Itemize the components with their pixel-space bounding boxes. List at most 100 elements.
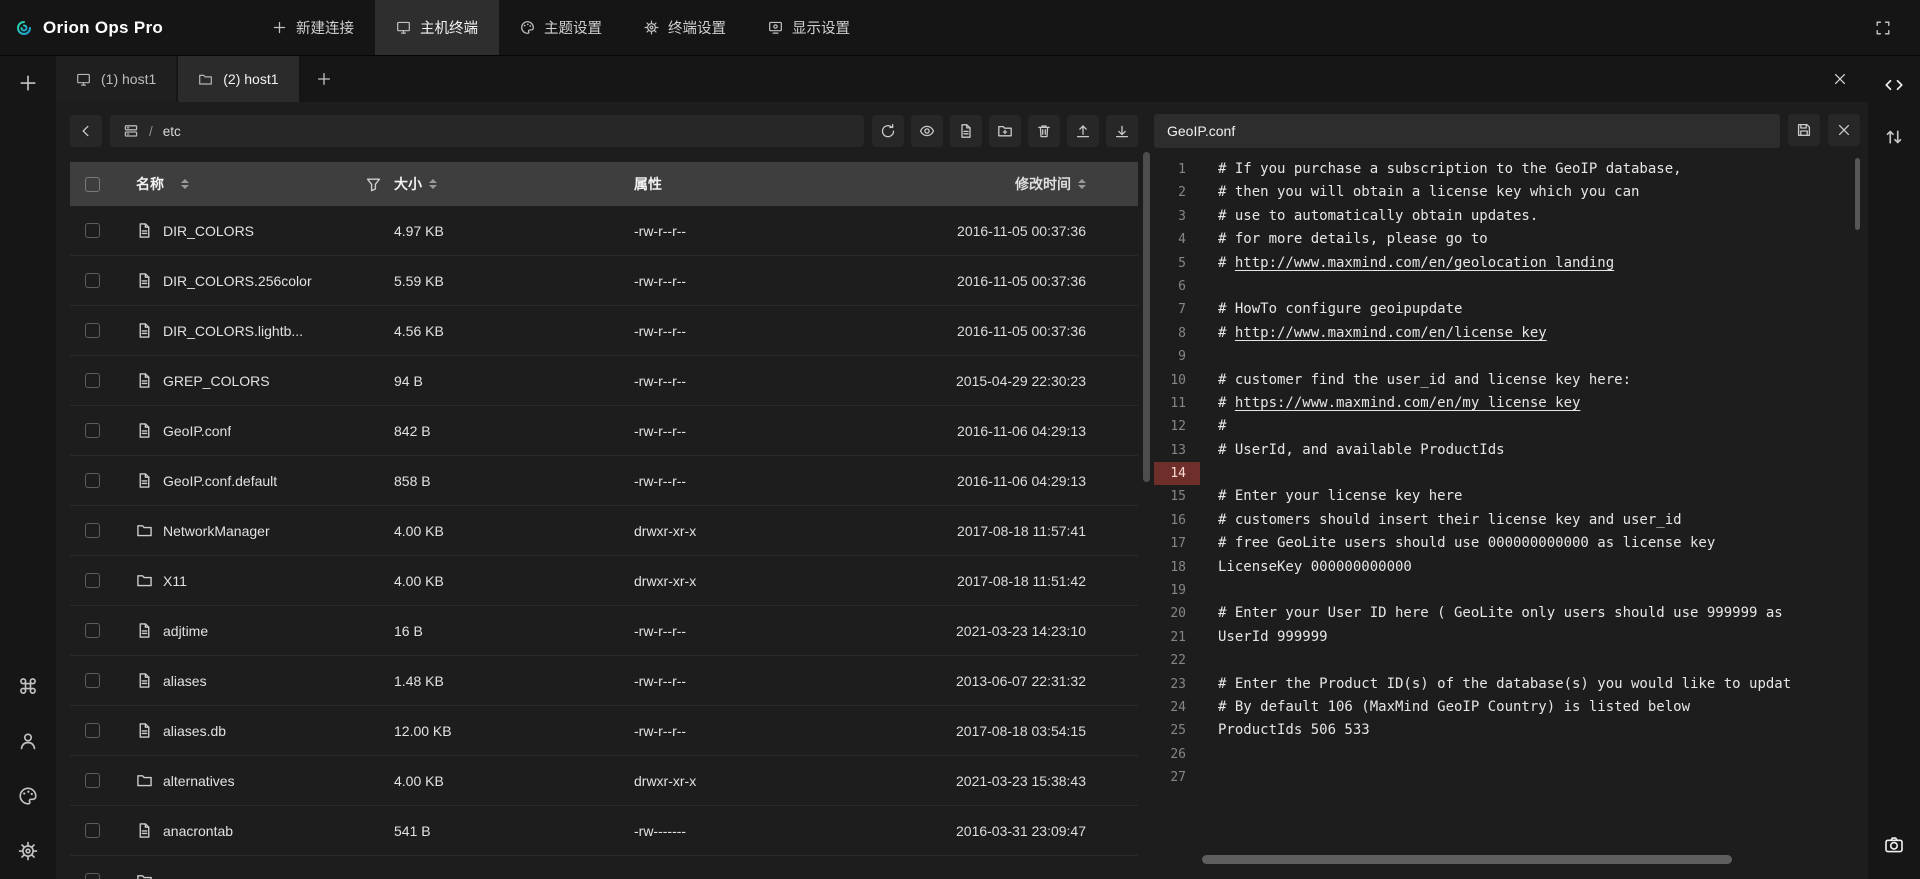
screenshot-button[interactable] bbox=[1877, 828, 1911, 862]
tab-1[interactable]: (1) host1 bbox=[56, 56, 178, 102]
table-row[interactable]: X114.00 KBdrwxr-xr-x2017-08-18 11:51:42 bbox=[70, 556, 1138, 606]
column-header-size[interactable]: 大小 bbox=[394, 174, 422, 194]
new-tab-button[interactable] bbox=[301, 56, 347, 102]
fullscreen-icon bbox=[1875, 20, 1891, 36]
scrollbar-thumb[interactable] bbox=[1855, 158, 1860, 230]
code-line: # customer find the user_id and license … bbox=[1218, 369, 1860, 392]
delete-button[interactable] bbox=[1028, 115, 1060, 147]
back-button[interactable] bbox=[70, 115, 102, 147]
file-size: 94 B bbox=[394, 373, 634, 389]
editor-horizontal-scrollbar[interactable] bbox=[1154, 855, 1858, 865]
brand[interactable]: Orion Ops Pro bbox=[16, 18, 231, 38]
select-all-checkbox[interactable] bbox=[85, 177, 100, 192]
line-number: 25 bbox=[1154, 719, 1200, 742]
code-line: UserId 999999 bbox=[1218, 626, 1860, 649]
table-row[interactable] bbox=[70, 856, 1138, 879]
new-connection-button[interactable] bbox=[11, 66, 45, 100]
close-all-tabs-button[interactable] bbox=[1832, 56, 1868, 102]
tab-2[interactable]: (2) host1 bbox=[178, 56, 300, 102]
line-number: 5 bbox=[1154, 252, 1200, 275]
editor-body[interactable]: 1234567891011121314151617181920212223242… bbox=[1154, 156, 1860, 847]
row-checkbox[interactable] bbox=[85, 473, 100, 488]
link[interactable]: http://www.maxmind.com/en/license_key bbox=[1235, 325, 1547, 341]
table-row[interactable]: GeoIP.conf842 B-rw-r--r--2016-11-06 04:2… bbox=[70, 406, 1138, 456]
row-checkbox[interactable] bbox=[85, 523, 100, 538]
column-header-attr[interactable]: 属性 bbox=[634, 176, 662, 192]
editor-toggle-button[interactable] bbox=[1877, 68, 1911, 102]
row-checkbox[interactable] bbox=[85, 273, 100, 288]
row-checkbox[interactable] bbox=[85, 623, 100, 638]
theme-button[interactable] bbox=[11, 779, 45, 813]
table-row[interactable]: GeoIP.conf.default858 B-rw-r--r--2016-11… bbox=[70, 456, 1138, 506]
table-row[interactable]: DIR_COLORS4.97 KB-rw-r--r--2016-11-05 00… bbox=[70, 206, 1138, 256]
table-row[interactable]: adjtime16 B-rw-r--r--2021-03-23 14:23:10 bbox=[70, 606, 1138, 656]
editor-close-button[interactable] bbox=[1828, 114, 1860, 146]
users-button[interactable] bbox=[11, 724, 45, 758]
row-checkbox[interactable] bbox=[85, 573, 100, 588]
scrollbar-thumb[interactable] bbox=[1143, 152, 1150, 482]
chevron-left-icon bbox=[78, 123, 94, 139]
menu-item-host-terminal[interactable]: 主机终端 bbox=[375, 0, 499, 55]
code-line: # customers should insert their license … bbox=[1218, 509, 1860, 532]
row-checkbox[interactable] bbox=[85, 223, 100, 238]
shortcuts-button[interactable] bbox=[11, 669, 45, 703]
fullscreen-button[interactable] bbox=[1866, 11, 1900, 45]
line-number: 15 bbox=[1154, 485, 1200, 508]
line-number: 6 bbox=[1154, 275, 1200, 298]
row-checkbox[interactable] bbox=[85, 723, 100, 738]
file-name: adjtime bbox=[163, 623, 208, 639]
row-checkbox[interactable] bbox=[85, 673, 100, 688]
table-row[interactable]: anacrontab541 B-rw-------2016-03-31 23:0… bbox=[70, 806, 1138, 856]
link[interactable]: https://www.maxmind.com/en/my_license_ke… bbox=[1235, 395, 1581, 411]
settings-button[interactable] bbox=[11, 834, 45, 868]
save-button[interactable] bbox=[1788, 114, 1820, 146]
download-button[interactable] bbox=[1106, 115, 1138, 147]
current-directory[interactable]: etc bbox=[163, 124, 181, 139]
menu-item-display-settings[interactable]: 显示设置 bbox=[747, 0, 871, 55]
file-size: 1.48 KB bbox=[394, 673, 634, 689]
refresh-button[interactable] bbox=[872, 115, 904, 147]
column-header-name[interactable]: 名称 bbox=[136, 174, 164, 194]
sort-order-button[interactable] bbox=[1877, 120, 1911, 154]
file-list-scrollbar[interactable] bbox=[1138, 112, 1154, 879]
row-checkbox[interactable] bbox=[85, 373, 100, 388]
main-area: (1) host1(2) host1 / etc bbox=[0, 56, 1920, 879]
filter-icon[interactable] bbox=[365, 176, 382, 193]
sort-size-icon[interactable] bbox=[429, 179, 437, 190]
row-checkbox[interactable] bbox=[85, 773, 100, 788]
new-folder-button[interactable] bbox=[989, 115, 1021, 147]
preview-button[interactable] bbox=[911, 115, 943, 147]
row-checkbox[interactable] bbox=[85, 323, 100, 338]
table-row[interactable]: NetworkManager4.00 KBdrwxr-xr-x2017-08-1… bbox=[70, 506, 1138, 556]
file-size: 842 B bbox=[394, 423, 634, 439]
table-row[interactable]: GREP_COLORS94 B-rw-r--r--2015-04-29 22:3… bbox=[70, 356, 1138, 406]
menu-item-theme-settings[interactable]: 主题设置 bbox=[499, 0, 623, 55]
table-row[interactable]: aliases.db12.00 KB-rw-r--r--2017-08-18 0… bbox=[70, 706, 1138, 756]
code-area[interactable]: # If you purchase a subscription to the … bbox=[1200, 156, 1860, 847]
table-row[interactable]: DIR_COLORS.256color5.59 KB-rw-r--r--2016… bbox=[70, 256, 1138, 306]
new-file-button[interactable] bbox=[950, 115, 982, 147]
editor-vertical-scrollbar[interactable] bbox=[1855, 156, 1860, 847]
table-row[interactable]: alternatives4.00 KBdrwxr-xr-x2021-03-23 … bbox=[70, 756, 1138, 806]
line-number: 8 bbox=[1154, 322, 1200, 345]
column-header-mtime[interactable]: 修改时间 bbox=[1015, 174, 1071, 194]
row-checkbox[interactable] bbox=[85, 423, 100, 438]
left-rail bbox=[0, 56, 56, 879]
code-line: ProductIds 506 533 bbox=[1218, 719, 1860, 742]
users-icon bbox=[18, 731, 38, 751]
table-row[interactable]: aliases1.48 KB-rw-r--r--2013-06-07 22:31… bbox=[70, 656, 1138, 706]
scrollbar-thumb[interactable] bbox=[1202, 855, 1732, 864]
code-text: # HowTo configure geoipupdate bbox=[1218, 301, 1462, 317]
menu-item-terminal-settings[interactable]: 终端设置 bbox=[623, 0, 747, 55]
breadcrumb[interactable]: / etc bbox=[110, 115, 864, 147]
code-line bbox=[1218, 462, 1860, 485]
row-checkbox[interactable] bbox=[85, 823, 100, 838]
menu-item-new-connection[interactable]: 新建连接 bbox=[251, 0, 375, 55]
sort-name-icon[interactable] bbox=[181, 179, 189, 190]
upload-button[interactable] bbox=[1067, 115, 1099, 147]
file-icon bbox=[136, 322, 153, 339]
table-row[interactable]: DIR_COLORS.lightb...4.56 KB-rw-r--r--201… bbox=[70, 306, 1138, 356]
row-checkbox[interactable] bbox=[85, 873, 100, 879]
link[interactable]: http://www.maxmind.com/en/geolocation_la… bbox=[1235, 255, 1614, 271]
sort-mtime-icon[interactable] bbox=[1078, 179, 1086, 190]
